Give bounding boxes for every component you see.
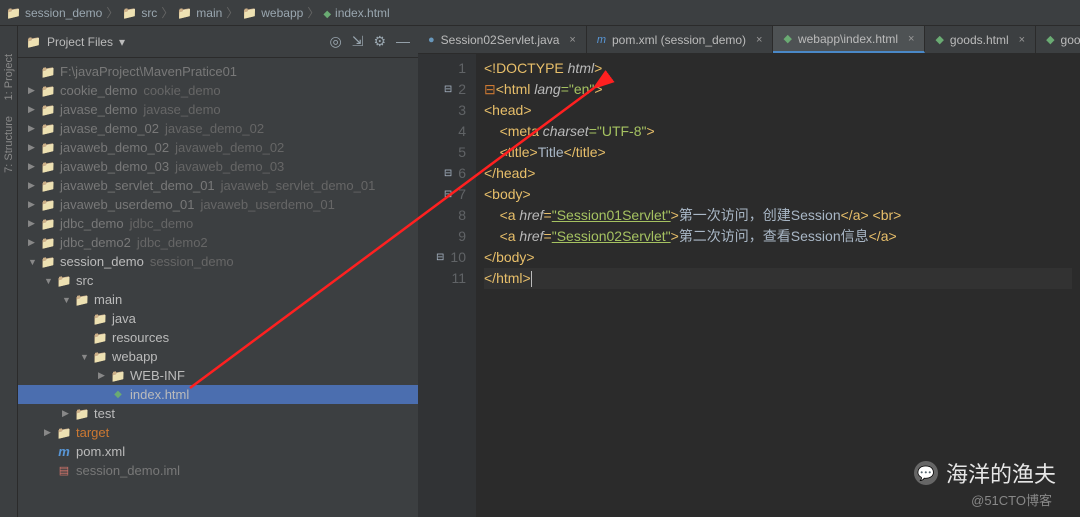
folder-icon — [40, 103, 56, 117]
dropdown-icon: ▾ — [119, 35, 125, 49]
crumb-index-html[interactable]: index.html — [323, 6, 389, 20]
tree-item[interactable]: resources — [18, 328, 418, 347]
crumb-src[interactable]: src — [122, 6, 157, 20]
folder-icon — [40, 65, 56, 79]
tab-icon: ◆ — [783, 32, 791, 45]
folder-icon — [6, 6, 21, 20]
tree-item[interactable]: F:\javaProject\MavenPratice01 — [18, 62, 418, 81]
tree-item[interactable]: ▶WEB-INF — [18, 366, 418, 385]
editor-tab-bar: ●Session02Servlet.java×mpom.xml (session… — [418, 26, 1080, 54]
folder-icon — [92, 331, 108, 345]
folder-icon — [40, 236, 56, 250]
tree-item[interactable]: ▶javaweb_demo_03javaweb_demo_03 — [18, 157, 418, 176]
folder-icon — [40, 84, 56, 98]
close-icon[interactable]: × — [1019, 34, 1025, 46]
tab-icon: ◆ — [1046, 33, 1054, 46]
tree-item[interactable]: ▶javaweb_demo_02javaweb_demo_02 — [18, 138, 418, 157]
tree-item[interactable]: ▶jdbc_demojdbc_demo — [18, 214, 418, 233]
tab-icon: ● — [428, 34, 435, 46]
target-icon[interactable]: ◎ — [329, 33, 341, 50]
html-icon — [323, 6, 331, 20]
editor-tab[interactable]: ◆goods2.ht× — [1036, 26, 1080, 53]
folder-icon — [26, 35, 41, 49]
file-icon — [56, 464, 72, 477]
close-icon[interactable]: × — [569, 34, 575, 46]
panel-title[interactable]: Project Files ▾ — [26, 35, 125, 49]
watermark: 💬 海洋的渔夫 — [914, 457, 1056, 489]
folder-icon — [40, 179, 56, 193]
left-tool-sidebar: 1: Project 7: Structure — [0, 26, 18, 517]
tree-item[interactable]: ▶test — [18, 404, 418, 423]
tree-item[interactable]: session_demo.iml — [18, 461, 418, 480]
tree-item[interactable]: ▶javaweb_servlet_demo_01javaweb_servlet_… — [18, 176, 418, 195]
tree-item[interactable]: ▶cookie_democookie_demo — [18, 81, 418, 100]
folder-icon — [40, 198, 56, 212]
folder-icon — [74, 293, 90, 307]
crumb-session-demo[interactable]: session_demo — [6, 6, 102, 20]
crumb-main[interactable]: main — [177, 6, 222, 20]
folder-icon — [177, 6, 192, 20]
code-area[interactable]: <!DOCTYPE html>⊟<html lang="en"><head> <… — [476, 54, 1080, 517]
folder-icon — [122, 6, 137, 20]
sidebar-tab-structure[interactable]: 7: Structure — [1, 108, 17, 181]
close-icon[interactable]: × — [908, 33, 914, 45]
tab-icon: m — [597, 34, 606, 46]
folder-icon — [40, 217, 56, 231]
folder-icon — [40, 255, 56, 269]
sidebar-tab-project[interactable]: 1: Project — [1, 46, 17, 108]
maven-icon — [56, 444, 72, 459]
tree-item[interactable]: ▼src — [18, 271, 418, 290]
breadcrumb: session_demo〉 src〉 main〉 webapp〉 index.h… — [0, 0, 1080, 26]
tree-item[interactable]: ▶javaweb_userdemo_01javaweb_userdemo_01 — [18, 195, 418, 214]
editor-tab[interactable]: ●Session02Servlet.java× — [418, 26, 587, 53]
tree-item[interactable]: ▼main — [18, 290, 418, 309]
folder-icon — [74, 407, 90, 421]
editor-tab[interactable]: mpom.xml (session_demo)× — [587, 26, 774, 53]
folder-icon — [40, 122, 56, 136]
tree-item[interactable]: ▼session_demosession_demo — [18, 252, 418, 271]
editor-tab[interactable]: ◆goods.html× — [925, 26, 1036, 53]
folder-icon — [242, 6, 257, 20]
gutter: 1⊟2345⊟6⊟789⊟1011 — [418, 54, 476, 517]
hide-icon[interactable]: — — [396, 33, 410, 50]
code-editor[interactable]: 1⊟2345⊟6⊟789⊟1011 <!DOCTYPE html>⊟<html … — [418, 54, 1080, 517]
collapse-icon[interactable]: ⇲ — [352, 33, 364, 50]
tree-item[interactable]: ▼webapp — [18, 347, 418, 366]
wechat-icon: 💬 — [914, 461, 938, 485]
tree-item[interactable]: index.html — [18, 385, 418, 404]
panel-header: Project Files ▾ ◎ ⇲ ⚙ — — [18, 26, 418, 58]
folder-icon — [40, 141, 56, 155]
tree-item[interactable]: java — [18, 309, 418, 328]
crumb-webapp[interactable]: webapp — [242, 6, 303, 20]
folder-icon — [56, 426, 72, 440]
tree-item[interactable]: ▶javase_demojavase_demo — [18, 100, 418, 119]
tree-item[interactable]: ▶jdbc_demo2jdbc_demo2 — [18, 233, 418, 252]
tree-view[interactable]: F:\javaProject\MavenPratice01▶cookie_dem… — [18, 58, 418, 517]
folder-icon — [92, 312, 108, 326]
tree-item[interactable]: ▶javase_demo_02javase_demo_02 — [18, 119, 418, 138]
folder-icon — [40, 160, 56, 174]
tab-icon: ◆ — [935, 33, 943, 46]
folder-icon — [110, 369, 126, 383]
sub-watermark: @51CTO博客 — [971, 490, 1052, 509]
folder-icon — [92, 350, 108, 364]
editor-tab[interactable]: ◆webapp\index.html× — [773, 26, 925, 53]
tree-item[interactable]: ▶target — [18, 423, 418, 442]
gear-icon[interactable]: ⚙ — [373, 33, 386, 50]
project-panel: Project Files ▾ ◎ ⇲ ⚙ — F:\javaProject\M… — [18, 26, 418, 517]
folder-icon — [56, 274, 72, 288]
html-icon — [110, 389, 126, 400]
close-icon[interactable]: × — [756, 34, 762, 46]
tree-item[interactable]: pom.xml — [18, 442, 418, 461]
